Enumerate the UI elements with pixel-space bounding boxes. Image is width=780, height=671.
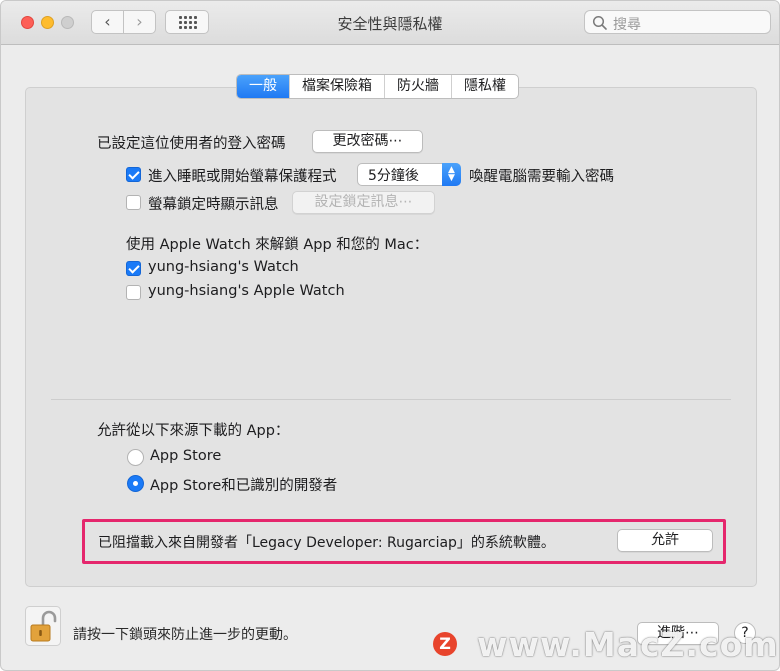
title-bar: ‹ › 安全性與隱私權 搜尋 <box>1 1 779 45</box>
allow-downloads-label: 允許從以下來源下載的 App： <box>97 423 290 439</box>
unlocked-padlock-icon[interactable] <box>25 606 61 646</box>
password-delay-value: 5分鐘後 <box>368 168 419 184</box>
lock-message: 請按一下鎖頭來防止進一步的更動。 <box>73 627 297 643</box>
tab-panel <box>25 87 757 587</box>
tab-firewall[interactable]: 防火牆 <box>385 75 452 98</box>
show-message-label: 螢幕鎖定時顯示訊息 <box>148 197 279 213</box>
watch-checkbox[interactable] <box>126 261 141 276</box>
identified-developers-radio[interactable] <box>127 475 144 492</box>
watermark-logo: Z <box>433 632 457 656</box>
tab-filevault[interactable]: 檔案保險箱 <box>290 75 385 98</box>
require-password-label: 進入睡眠或開始螢幕保護程式 <box>148 169 337 185</box>
app-store-option-label: App Store <box>150 448 222 464</box>
show-message-checkbox[interactable] <box>126 195 141 210</box>
require-password-checkbox[interactable] <box>126 167 141 182</box>
tab-bar: 一般 檔案保險箱 防火牆 隱私權 <box>236 74 519 99</box>
watermark-text: www.MacZ.com <box>477 624 779 664</box>
search-placeholder: 搜尋 <box>613 17 641 33</box>
allow-button[interactable]: 允許 <box>617 529 713 552</box>
require-password-suffix: 喚醒電腦需要輸入密碼 <box>469 169 614 185</box>
blocked-software-message: 已阻擋載入來自開發者「Legacy Developer: Rugarciap」的… <box>98 535 555 551</box>
apple-watch-checkbox[interactable] <box>126 285 141 300</box>
app-store-radio[interactable] <box>127 449 144 466</box>
tab-privacy[interactable]: 隱私權 <box>452 75 518 98</box>
search-field[interactable]: 搜尋 <box>584 10 771 34</box>
search-icon <box>592 15 607 30</box>
system-preferences-window: ‹ › 安全性與隱私權 搜尋 一般 檔案保險箱 防火牆 隱私權 已設定這位使用者… <box>0 0 780 671</box>
change-password-button[interactable]: 更改密碼⋯ <box>312 130 423 153</box>
section-divider <box>51 399 731 400</box>
identified-developers-option-label: App Store和已識別的開發者 <box>150 478 338 494</box>
set-lock-message-button[interactable]: 設定鎖定訊息⋯ <box>292 191 435 214</box>
tab-general[interactable]: 一般 <box>237 75 290 98</box>
apple-watch-item-label: yung-hsiang's Apple Watch <box>148 283 345 299</box>
watermark: Z www.MacZ.com <box>433 624 779 664</box>
password-delay-popup[interactable]: 5分鐘後 ▲ ▼ <box>357 163 461 186</box>
password-set-label: 已設定這位使用者的登入密碼 <box>97 136 286 152</box>
apple-watch-label: 使用 Apple Watch 來解鎖 App 和您的 Mac： <box>126 237 429 253</box>
watch-label: yung-hsiang's Watch <box>148 259 299 275</box>
popup-arrows-icon: ▲ ▼ <box>442 163 461 186</box>
